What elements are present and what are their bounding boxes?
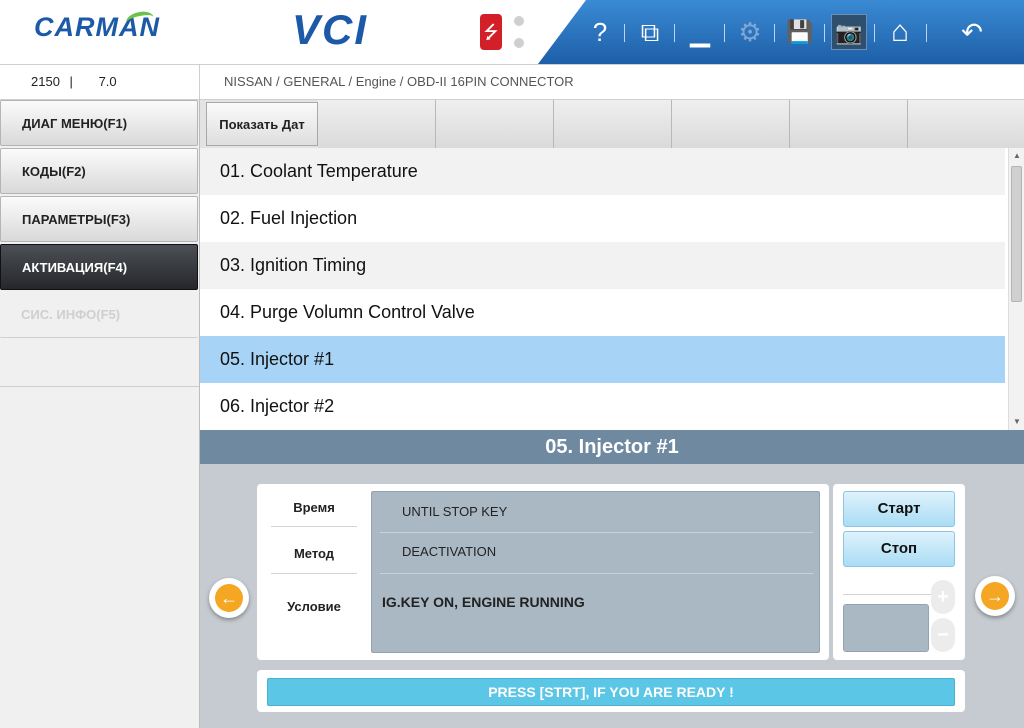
label-divider xyxy=(271,573,357,574)
function-tabs: Показать Дат xyxy=(200,100,1024,148)
toolbar-divider xyxy=(926,24,927,42)
toolbar-divider xyxy=(774,24,775,42)
camera-button[interactable]: 📷 xyxy=(831,14,867,50)
empty-tab xyxy=(790,100,908,148)
list-scrollbar[interactable]: ▲ ▼ xyxy=(1008,148,1024,430)
minimize-button[interactable]: ▁ xyxy=(682,14,718,50)
sidebar-item-activation[interactable]: АКТИВАЦИЯ(F4) xyxy=(0,244,198,290)
time-value: UNTIL STOP KEY xyxy=(402,504,508,519)
software-version: 7.0 xyxy=(98,74,117,89)
scroll-down-icon[interactable]: ▼ xyxy=(1009,414,1024,430)
breadcrumb: NISSAN / GENERAL / Engine / OBD-II 16PIN… xyxy=(224,74,574,89)
method-label: Метод xyxy=(293,546,335,561)
status-card: PRESS [STRT], IF YOU ARE READY ! xyxy=(257,670,965,712)
toolbar-divider xyxy=(624,24,625,42)
decrement-button[interactable]: − xyxy=(931,618,955,652)
version-info: 2150 | 7.0 xyxy=(0,65,200,99)
list-item[interactable]: 01. Coolant Temperature xyxy=(200,148,1005,195)
scroll-thumb[interactable] xyxy=(1011,166,1022,302)
version-separator: | xyxy=(69,74,73,89)
list-item[interactable]: 04. Purge Volumn Control Valve xyxy=(200,289,1005,336)
sidebar: ДИАГ МЕНЮ(F1) КОДЫ(F2) ПАРАМЕТРЫ(F3) АКТ… xyxy=(0,100,200,728)
prev-button[interactable]: ← xyxy=(209,578,249,618)
toolbar-divider xyxy=(724,24,725,42)
empty-tab xyxy=(318,100,436,148)
toolbar-divider xyxy=(824,24,825,42)
time-label: Время xyxy=(293,500,335,515)
sidebar-item-codes[interactable]: КОДЫ(F2) xyxy=(0,148,198,194)
status-message: PRESS [STRT], IF YOU ARE READY ! xyxy=(267,678,955,706)
back-button[interactable]: ↶ xyxy=(954,14,990,50)
control-card: Старт Стоп + − xyxy=(833,484,965,660)
arrow-right-icon: → xyxy=(981,582,1009,610)
status-led-icon xyxy=(514,16,524,26)
label-divider xyxy=(271,526,357,527)
test-info-card: Время Метод Условие UNTIL STOP KEY DEACT… xyxy=(257,484,829,660)
start-button[interactable]: Старт xyxy=(843,491,955,527)
activation-test-list: 01. Coolant Temperature 02. Fuel Injecti… xyxy=(200,148,1008,430)
sidebar-empty-slot xyxy=(0,339,199,387)
usb-icon: ⭍ xyxy=(480,14,502,50)
windows-button[interactable]: ⧉ xyxy=(632,14,668,50)
value-display xyxy=(843,604,929,652)
toolbar-divider xyxy=(674,24,675,42)
list-item[interactable]: 02. Fuel Injection xyxy=(200,195,1005,242)
condition-value: IG.KEY ON, ENGINE RUNNING xyxy=(382,594,585,610)
empty-tab xyxy=(554,100,672,148)
increment-button[interactable]: + xyxy=(931,580,955,614)
save-icon: 💾 xyxy=(786,19,814,44)
app-header: CARMAN VCI ⭍ ? ⧉ ▁ ⚙ 💾 📷 ⌂ ↶ xyxy=(0,0,1024,64)
device-code: 2150 xyxy=(31,74,60,89)
settings-icon: ⚙ xyxy=(738,17,762,47)
sidebar-item-sys-info: СИС. ИНФО(F5) xyxy=(0,292,198,338)
arrow-left-icon: ← xyxy=(215,584,243,612)
status-led-icon xyxy=(514,38,524,48)
empty-tab xyxy=(908,100,1024,148)
show-data-button[interactable]: Показать Дат xyxy=(206,102,318,146)
product-title: VCI xyxy=(292,6,369,53)
empty-tab xyxy=(672,100,790,148)
info-bar: 2150 | 7.0 NISSAN / GENERAL / Engine / O… xyxy=(0,64,1024,100)
sidebar-item-parameters[interactable]: ПАРАМЕТРЫ(F3) xyxy=(0,196,198,242)
help-button[interactable]: ? xyxy=(582,14,618,50)
next-button[interactable]: → xyxy=(975,576,1015,616)
test-values-box: UNTIL STOP KEY DEACTIVATION IG.KEY ON, E… xyxy=(371,491,820,653)
home-button[interactable]: ⌂ xyxy=(882,14,918,50)
empty-tab xyxy=(436,100,554,148)
detail-title: 05. Injector #1 xyxy=(200,430,1024,464)
scroll-up-icon[interactable]: ▲ xyxy=(1009,148,1024,164)
value-divider xyxy=(380,532,813,533)
method-value: DEACTIVATION xyxy=(402,544,497,559)
detail-panel: ← Время Метод Условие UNTIL STOP KEY DEA… xyxy=(200,464,1024,728)
sidebar-item-diag-menu[interactable]: ДИАГ МЕНЮ(F1) xyxy=(0,100,198,146)
toolbar-divider xyxy=(874,24,875,42)
list-item[interactable]: 03. Ignition Timing xyxy=(200,242,1005,289)
list-item-selected[interactable]: 05. Injector #1 xyxy=(200,336,1005,383)
value-divider xyxy=(380,573,813,574)
condition-label: Условие xyxy=(287,599,341,614)
stop-button[interactable]: Стоп xyxy=(843,531,955,567)
list-item[interactable]: 06. Injector #2 xyxy=(200,383,1005,430)
